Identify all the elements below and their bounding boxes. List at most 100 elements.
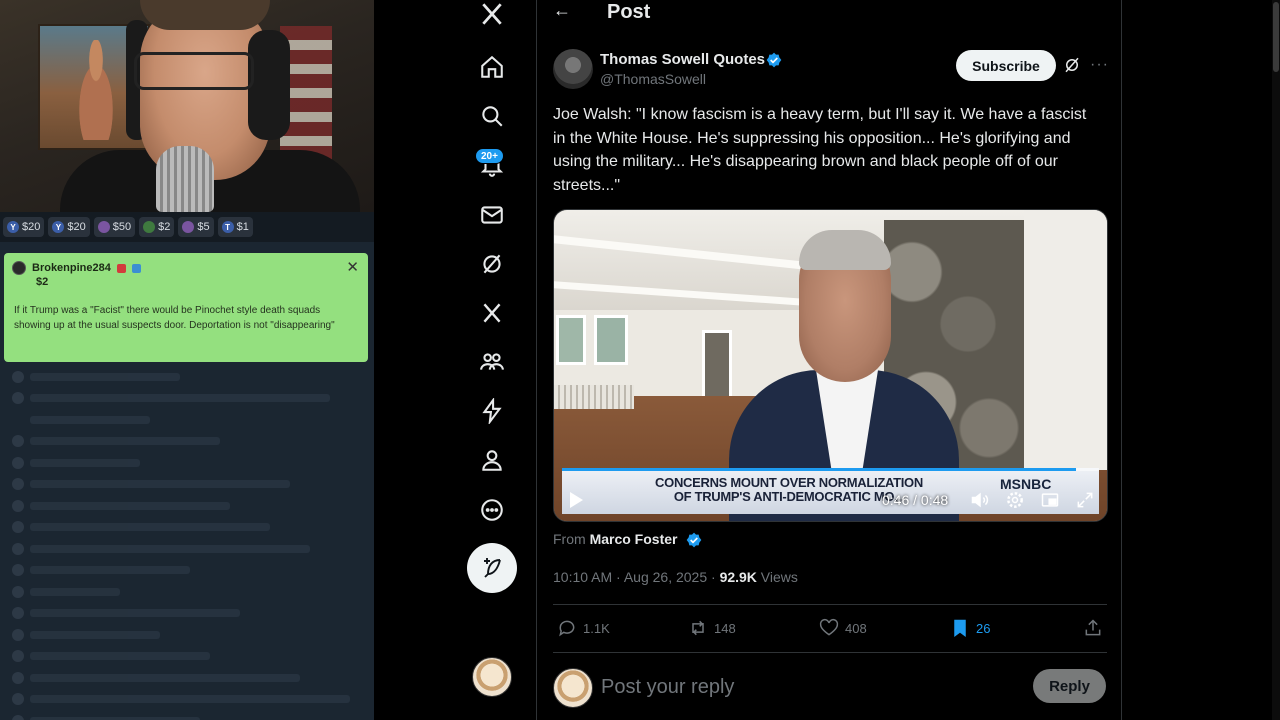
webcam-feed bbox=[0, 0, 374, 212]
heart-icon bbox=[819, 618, 839, 636]
grok-icon[interactable] bbox=[468, 240, 516, 288]
tip-amount: $50 bbox=[112, 221, 132, 233]
tip-item: T $1 bbox=[217, 217, 253, 237]
verified-badge-icon bbox=[686, 532, 702, 548]
chat-line bbox=[0, 495, 374, 517]
communities-icon[interactable] bbox=[468, 338, 516, 386]
tip-item: $2 bbox=[139, 217, 175, 237]
tip-item: Y $20 bbox=[48, 217, 90, 237]
tipper-icon: T bbox=[221, 221, 234, 233]
back-arrow-icon[interactable]: ← bbox=[553, 0, 571, 21]
messages-icon[interactable] bbox=[468, 191, 516, 239]
reply-count: 1.1K bbox=[583, 620, 610, 636]
video-time: 0:46 / 0:48 bbox=[882, 492, 949, 508]
volume-icon[interactable] bbox=[970, 490, 990, 510]
divider bbox=[553, 652, 1107, 653]
tip-ticker: Y $20 Y $20 $50 $2 $5 T $1 bbox=[0, 212, 374, 242]
tipper-icon bbox=[97, 221, 110, 233]
tip-amount: $20 bbox=[22, 221, 41, 233]
verified-badge-icon bbox=[766, 52, 782, 68]
search-icon[interactable] bbox=[468, 92, 516, 140]
reply-bubble-icon bbox=[559, 620, 575, 637]
more-options-icon[interactable]: ··· bbox=[1090, 56, 1109, 74]
tip-item: $5 bbox=[178, 217, 214, 237]
bookmark-icon bbox=[954, 619, 966, 637]
chat-line bbox=[0, 603, 374, 625]
more-options-icon[interactable] bbox=[468, 486, 516, 534]
bookmark-count: 26 bbox=[976, 620, 991, 636]
chat-line bbox=[0, 517, 374, 539]
attribution-name[interactable]: Marco Foster bbox=[590, 531, 678, 547]
author-handle[interactable]: @ThomasSowell bbox=[600, 71, 706, 87]
tipper-icon: Y bbox=[7, 221, 19, 233]
premium-x-icon[interactable] bbox=[468, 289, 516, 337]
reply-input[interactable] bbox=[601, 672, 981, 702]
page-title: Post bbox=[607, 1, 651, 23]
subscribe-button[interactable]: Subscribe bbox=[956, 50, 1056, 81]
tip-item: Y $20 bbox=[3, 217, 45, 237]
x-logo-icon[interactable] bbox=[468, 0, 516, 38]
chat-line bbox=[0, 366, 374, 388]
compose-post-button[interactable] bbox=[467, 543, 517, 593]
grok-explain-icon[interactable] bbox=[1063, 56, 1081, 74]
donor-avatar bbox=[12, 261, 26, 275]
like-action[interactable]: 408 bbox=[819, 617, 867, 639]
play-icon[interactable] bbox=[568, 491, 584, 509]
feather-plus-icon bbox=[484, 558, 501, 578]
fullscreen-icon[interactable] bbox=[1075, 490, 1095, 510]
repost-icon bbox=[692, 620, 704, 636]
headphones-right bbox=[248, 30, 290, 140]
reply-action[interactable]: 1.1K bbox=[557, 617, 610, 639]
pip-icon[interactable] bbox=[1040, 490, 1060, 510]
chat-line bbox=[0, 388, 374, 410]
donor-username: Brokenpine284 bbox=[32, 262, 111, 274]
tip-amount: $5 bbox=[197, 221, 210, 233]
post-time[interactable]: 10:10 AM · Aug 26, 2025 · bbox=[553, 569, 720, 585]
chat-line bbox=[0, 710, 374, 720]
chat-line bbox=[0, 474, 374, 496]
stream-overlay: Y $20 Y $20 $50 $2 $5 T $1 Brokenpine284 ✕ … bbox=[0, 0, 374, 720]
donation-alert: Brokenpine284 ✕ $2 If it Trump was a "Fa… bbox=[4, 253, 368, 362]
tipper-icon: Y bbox=[52, 221, 65, 233]
share-icon bbox=[1085, 619, 1101, 636]
bookmark-action[interactable]: 26 bbox=[950, 617, 990, 639]
chat-line bbox=[0, 624, 374, 646]
tip-amount: $20 bbox=[67, 221, 86, 233]
donation-message: If it Trump was a "Facist" there would b… bbox=[14, 305, 335, 331]
scrollbar[interactable] bbox=[1272, 0, 1280, 720]
scrollbar-thumb[interactable] bbox=[1273, 2, 1279, 72]
microphone bbox=[156, 146, 214, 212]
chat-line bbox=[0, 689, 374, 711]
chat-line bbox=[0, 452, 374, 474]
reply-button[interactable]: Reply bbox=[1033, 669, 1106, 703]
chat-line bbox=[0, 431, 374, 453]
repost-action[interactable]: 148 bbox=[688, 617, 736, 639]
settings-gear-icon[interactable] bbox=[1005, 490, 1025, 510]
author-name[interactable]: Thomas Sowell Quotes bbox=[600, 51, 765, 68]
video-progress-fill bbox=[562, 468, 1077, 471]
post-timestamp: 10:10 AM · Aug 26, 2025 · 92.9K Views bbox=[553, 569, 798, 585]
video-player[interactable]: CONCERNS MOUNT OVER NORMALIZATION OF TRU… bbox=[553, 209, 1108, 522]
close-icon[interactable]: ✕ bbox=[346, 258, 359, 276]
repost-count: 148 bbox=[714, 620, 736, 636]
post-text: Joe Walsh: "I know fascism is a heavy te… bbox=[553, 106, 1087, 194]
tip-amount: $2 bbox=[158, 221, 171, 233]
share-action[interactable] bbox=[1083, 617, 1103, 639]
home-icon[interactable] bbox=[468, 43, 516, 91]
reply-avatar bbox=[553, 668, 593, 708]
chat-line bbox=[0, 581, 374, 603]
author-avatar[interactable] bbox=[553, 49, 593, 89]
donor-badge-icon bbox=[116, 263, 126, 273]
video-progress-bar[interactable] bbox=[562, 468, 1099, 471]
tip-item: $50 bbox=[93, 217, 136, 237]
chat-line bbox=[0, 409, 374, 431]
account-avatar[interactable] bbox=[472, 657, 512, 697]
chat-line bbox=[0, 646, 374, 668]
lightning-icon[interactable] bbox=[468, 387, 516, 435]
chat-feed bbox=[0, 366, 374, 720]
tipper-icon bbox=[182, 221, 195, 233]
streamer-glasses bbox=[134, 52, 254, 90]
divider bbox=[553, 604, 1107, 605]
video-attribution: From Marco Foster bbox=[553, 531, 678, 547]
profile-icon[interactable] bbox=[468, 436, 516, 484]
